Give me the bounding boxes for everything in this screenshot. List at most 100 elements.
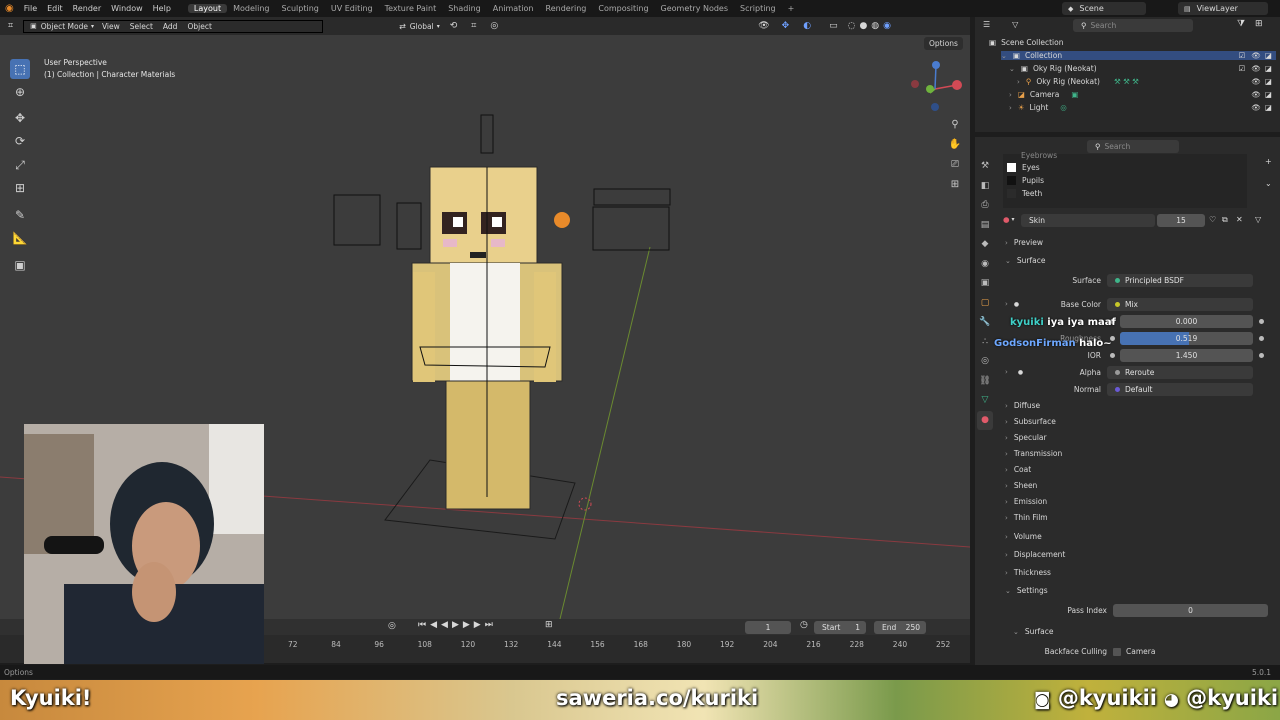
eye-icon[interactable]: 👁 (1251, 51, 1261, 60)
subsection-subsurface[interactable]: › Subsurface (1005, 417, 1056, 426)
material-name-field[interactable]: Skin (1021, 214, 1155, 227)
outliner-scene-collection[interactable]: ▣ Scene Collection (989, 38, 1063, 47)
output-tab-icon[interactable]: ⎙ (977, 196, 993, 216)
object-tab-icon[interactable]: ▢ (977, 294, 993, 314)
pass-index-field[interactable]: 0 (1113, 604, 1268, 617)
outliner-item[interactable]: ⌄ ▣ Oky Rig (Neokat) ☑ 👁 ◪ (1009, 64, 1276, 73)
eye-icon[interactable]: 👁 (1251, 64, 1261, 73)
checkbox-icon[interactable]: ☑ (1239, 51, 1246, 60)
modifier-tab-icon[interactable]: 🔧 (977, 313, 993, 333)
physics-tab-icon[interactable]: ◎ (977, 352, 993, 372)
material-browse[interactable]: ● ▾ (1003, 215, 1015, 224)
keying-icon[interactable]: ⊞ (545, 620, 553, 630)
volume-section[interactable]: › Volume (1005, 532, 1042, 541)
slot-menu-icon[interactable]: ⌄ (1265, 179, 1272, 188)
start-frame-field[interactable]: Start 1 (814, 621, 866, 634)
properties-search[interactable]: ⚲ Search (1087, 140, 1179, 153)
normal-field[interactable]: Default (1107, 383, 1253, 396)
particles-tab-icon[interactable]: ∴ (977, 333, 993, 353)
subsection-specular[interactable]: › Specular (1005, 433, 1047, 442)
end-frame-field[interactable]: End 250 (874, 621, 926, 634)
tab-sculpting[interactable]: Sculpting (276, 4, 325, 13)
outliner-search[interactable]: ⚲ Search (1073, 19, 1193, 32)
world-tab-icon[interactable]: ◉ (977, 255, 993, 275)
material-slot[interactable]: Pupils (1007, 176, 1044, 185)
constraint-tab-icon[interactable]: ⛓ (977, 372, 993, 392)
playback-controls[interactable]: ⏮◀◀▶▶▶⏭ (418, 620, 497, 630)
base-color-field[interactable]: Mix (1107, 298, 1253, 311)
tab-compositing[interactable]: Compositing (592, 4, 654, 13)
tab-modeling[interactable]: Modeling (227, 4, 275, 13)
subsection-thin-film[interactable]: › Thin Film (1005, 513, 1048, 522)
autokey-icon[interactable]: ◎ (388, 621, 396, 631)
menu-window[interactable]: Window (106, 4, 148, 13)
tab-geometry-nodes[interactable]: Geometry Nodes (655, 4, 734, 13)
metallic-field[interactable]: 0.000 (1120, 315, 1253, 328)
data-tab-icon[interactable]: ▽ (977, 391, 993, 411)
checkbox-icon[interactable]: ☑ (1239, 64, 1246, 73)
alpha-field[interactable]: Reroute (1107, 366, 1253, 379)
duplicate-icon[interactable]: ⧉ (1222, 215, 1228, 225)
tab-texture-paint[interactable]: Texture Paint (379, 4, 443, 13)
outliner-collection[interactable]: ⌄ ▣ Collection ☑ 👁 ◪ (1001, 51, 1276, 60)
menu-file[interactable]: File (19, 4, 42, 13)
keyframe-dot-icon[interactable] (1259, 336, 1264, 341)
filter-icon[interactable]: ▽ (1012, 20, 1018, 29)
subsection-diffuse[interactable]: › Diffuse (1005, 401, 1040, 410)
menu-render[interactable]: Render (68, 4, 106, 13)
eye-icon[interactable]: 👁 (1251, 90, 1261, 99)
unlink-icon[interactable]: ✕ (1236, 215, 1243, 224)
keyframe-dot-icon[interactable] (1259, 319, 1264, 324)
outliner-item[interactable]: › ☀ Light ◎ 👁 ◪ (1009, 103, 1276, 112)
displacement-section[interactable]: › Displacement (1005, 550, 1065, 559)
collection-tab-icon[interactable]: ▣ (977, 274, 993, 294)
material-slot[interactable]: Teeth (1007, 189, 1042, 198)
surface-section[interactable]: ⌄ Surface (1005, 256, 1045, 265)
fake-user-icon[interactable]: ♡ (1209, 215, 1216, 224)
material-slot[interactable]: Eyes (1007, 163, 1040, 172)
camera-icon[interactable]: ◪ (1265, 64, 1272, 73)
settings-surface-subsection[interactable]: ⌄ Surface (1013, 627, 1053, 636)
preview-section[interactable]: › Preview (1005, 238, 1043, 247)
camera-icon[interactable]: ◪ (1265, 103, 1272, 112)
thickness-section[interactable]: › Thickness (1005, 568, 1051, 577)
view-layer-selector[interactable]: ▤ ViewLayer (1178, 2, 1268, 15)
material-slot[interactable]: Eyebrows (1021, 151, 1057, 160)
scene-tab-icon[interactable]: ◆ (977, 235, 993, 255)
roughness-slider[interactable]: 0.519 (1120, 332, 1253, 345)
subsection-emission[interactable]: › Emission (1005, 497, 1047, 506)
outliner-item[interactable]: › ⚲ Oky Rig (Neokat) ⚒ ⚒ ⚒ 👁 ◪ (1017, 77, 1276, 86)
add-workspace-button[interactable]: + (782, 4, 801, 13)
camera-icon[interactable]: ◪ (1265, 77, 1272, 86)
menu-edit[interactable]: Edit (42, 4, 68, 13)
ior-field[interactable]: 1.450 (1120, 349, 1253, 362)
material-users[interactable]: 15 (1157, 214, 1205, 227)
surface-shader-field[interactable]: Principled BSDF (1107, 274, 1253, 287)
scene-selector[interactable]: ◆ Scene (1062, 2, 1146, 15)
filter-funnel-icon[interactable]: ⧩ (1237, 19, 1245, 29)
eye-icon[interactable]: 👁 (1251, 103, 1261, 112)
material-tab-icon[interactable]: ● (977, 410, 993, 430)
outliner-item[interactable]: › ◪ Camera ▣ 👁 ◪ (1009, 90, 1276, 99)
tab-uv-editing[interactable]: UV Editing (325, 4, 379, 13)
subsection-coat[interactable]: › Coat (1005, 465, 1031, 474)
blender-logo-icon[interactable]: ◉ (0, 3, 19, 14)
add-slot-icon[interactable]: + (1265, 157, 1272, 166)
subsection-sheen[interactable]: › Sheen (1005, 481, 1037, 490)
eye-icon[interactable]: 👁 (1251, 77, 1261, 86)
tab-shading[interactable]: Shading (442, 4, 487, 13)
tab-layout[interactable]: Layout (187, 4, 228, 13)
new-collection-icon[interactable]: ⊞ (1255, 19, 1263, 29)
camera-icon[interactable]: ◪ (1265, 90, 1272, 99)
subsection-transmission[interactable]: › Transmission (1005, 449, 1062, 458)
material-slot-list[interactable]: Eyebrows Eyes Pupils Teeth (1003, 151, 1247, 208)
view-layer-tab-icon[interactable]: ▤ (977, 216, 993, 236)
tab-rendering[interactable]: Rendering (540, 4, 593, 13)
tab-animation[interactable]: Animation (487, 4, 540, 13)
menu-help[interactable]: Help (148, 4, 176, 13)
camera-icon[interactable]: ◪ (1265, 51, 1272, 60)
properties-editor[interactable]: ⚲ Search ⚒ ◧ ⎙ ▤ ◆ ◉ ▣ ▢ 🔧 ∴ ◎ ⛓ ▽ ● Eye… (975, 137, 1280, 665)
outliner[interactable]: ☰ ▽ ⚲ Search ⧩ ⊞ ▣ Scene Collection ⌄ ▣ … (975, 17, 1280, 132)
backface-camera-checkbox[interactable]: Camera (1113, 647, 1155, 656)
keyframe-dot-icon[interactable] (1259, 353, 1264, 358)
